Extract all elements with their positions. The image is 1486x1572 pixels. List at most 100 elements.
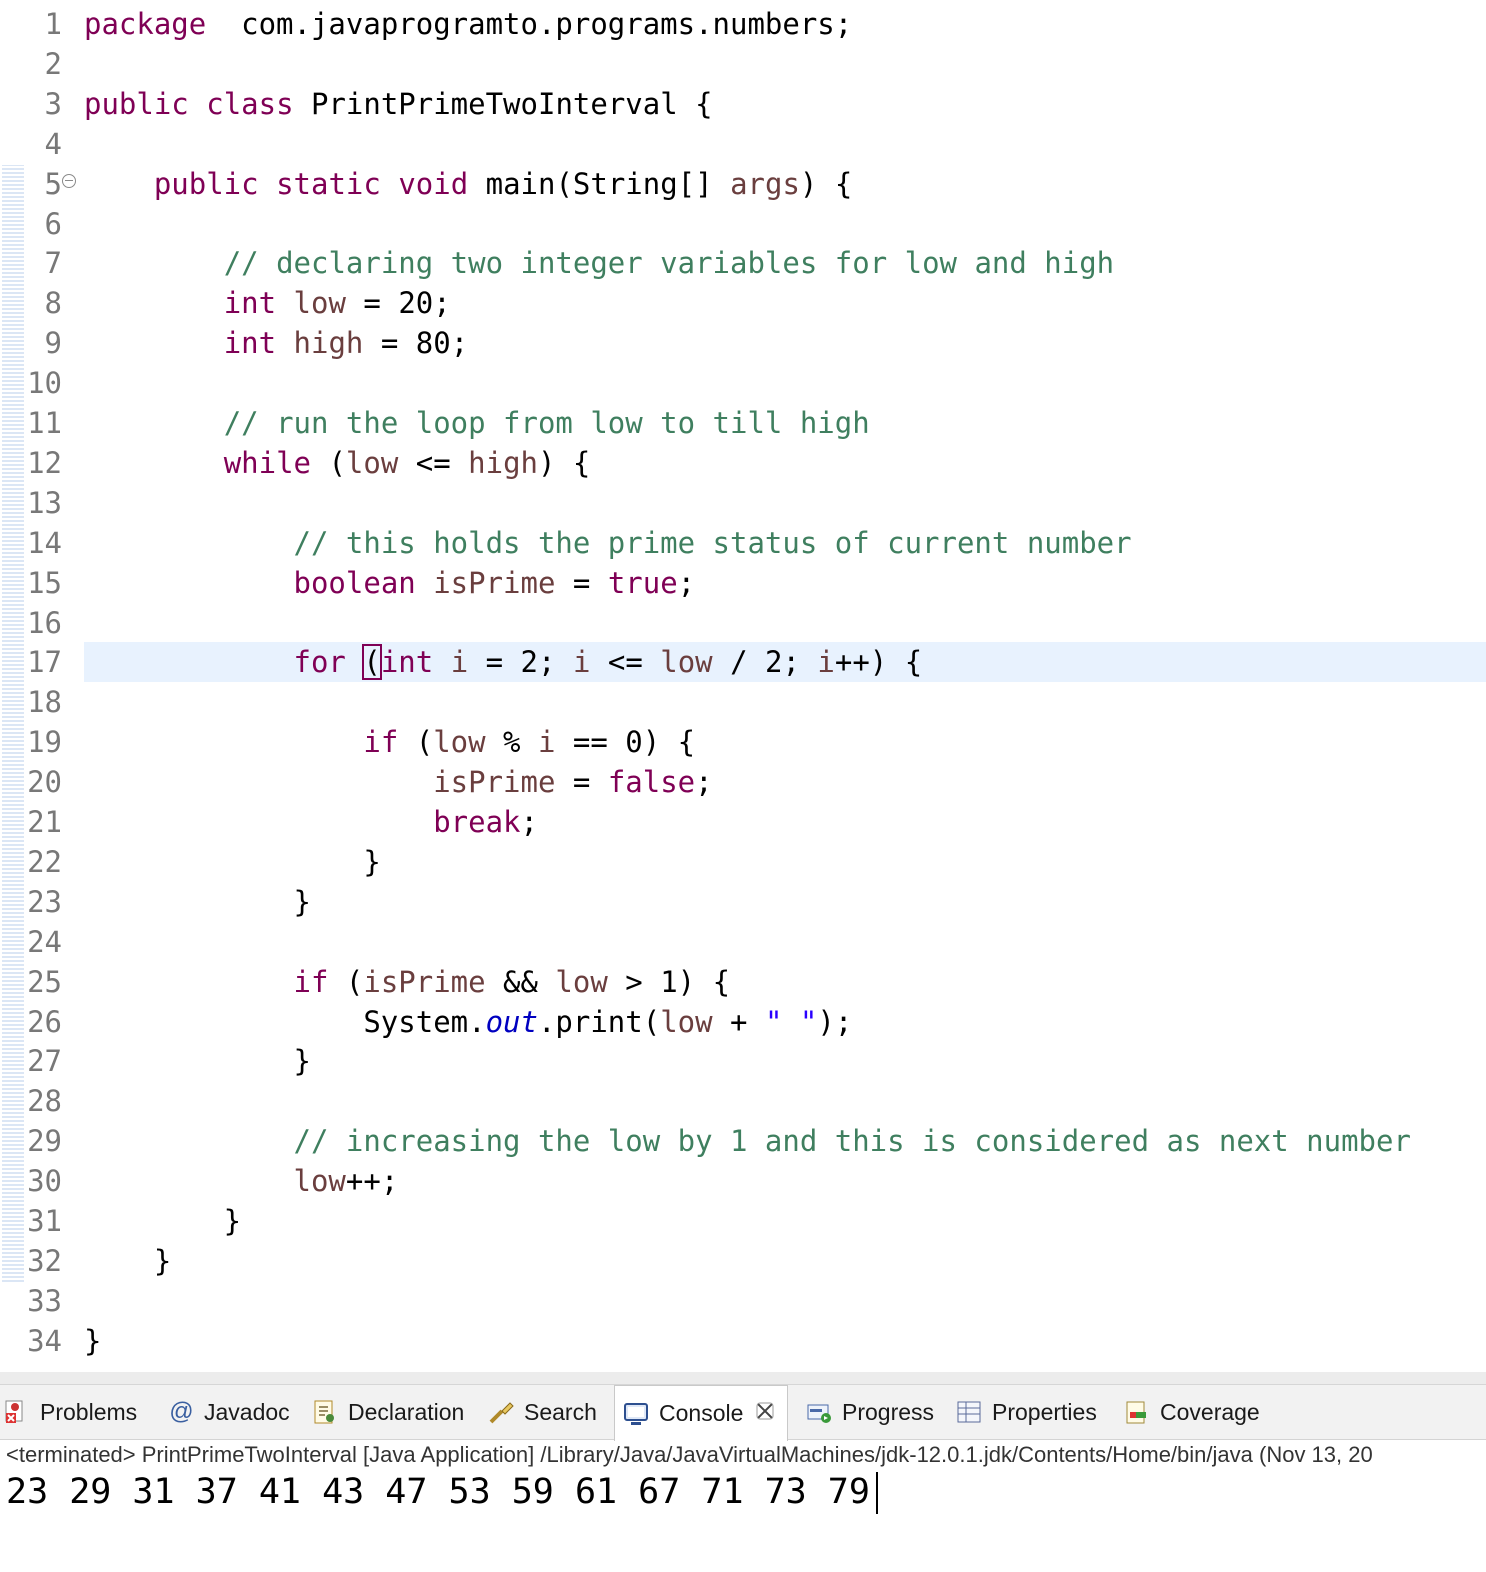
code-token: isPrime [433, 565, 556, 600]
code-line[interactable]: 20 isPrime = false; [0, 762, 1486, 802]
code-token: ++) { [834, 645, 923, 680]
code-line[interactable]: 7 // declaring two integer variables for… [0, 243, 1486, 283]
code-line[interactable]: 12 while (low <= high) { [0, 443, 1486, 483]
code-token: isPrime [433, 765, 556, 800]
code-token: ( [328, 964, 364, 999]
code-line[interactable]: 24 [0, 922, 1486, 962]
console-icon [623, 1401, 649, 1427]
code-line[interactable]: 25 if (isPrime && low > 1) { [0, 962, 1486, 1002]
code-text: isPrime = false; [84, 762, 712, 802]
code-line[interactable]: 4 [0, 124, 1486, 164]
code-token: public [84, 86, 189, 121]
code-text: if (low % i == 0) { [84, 722, 695, 762]
line-number: 16 [27, 605, 62, 640]
line-number: 31 [27, 1204, 62, 1238]
code-line[interactable]: 8 int low = 20; [0, 283, 1486, 323]
line-number: 23 [27, 884, 62, 919]
code-text: // declaring two integer variables for l… [84, 243, 1114, 283]
code-text: int low = 20; [84, 283, 451, 323]
code-token: static [276, 166, 381, 201]
line-number: 29 [27, 1124, 62, 1159]
code-token: if [363, 725, 399, 760]
code-line[interactable]: 30 low++; [0, 1161, 1486, 1201]
code-line[interactable]: 1 package com.javaprogramto.programs.numb… [0, 4, 1486, 44]
code-token: ++; [345, 1164, 399, 1199]
javadoc-icon: @ [168, 1398, 194, 1425]
code-text: System.out.print(low + " "); [84, 1002, 852, 1042]
line-number: 7 [44, 246, 62, 281]
tab-label: Search [524, 1398, 597, 1425]
tab-declaration[interactable]: Declaration [312, 1385, 464, 1439]
code-line[interactable]: 26 System.out.print(low + " "); [0, 1002, 1486, 1042]
code-token: ; [520, 805, 538, 839]
tab-javadoc[interactable]: @ Javadoc [168, 1385, 290, 1439]
code-line[interactable]: 17 for (int i = 2; i <= low / 2; i++) { [0, 642, 1486, 683]
fold-collapse-icon[interactable] [62, 173, 76, 188]
code-token: out [485, 1004, 538, 1039]
code-line[interactable]: 9 int high = 80; [0, 323, 1486, 363]
code-token: = 20; [345, 286, 451, 321]
console-output[interactable]: 23 29 31 37 41 43 47 53 59 61 67 71 73 7… [0, 1467, 1486, 1572]
code-token: // this holds the prime status of curren… [293, 525, 1132, 560]
code-token: class [206, 86, 294, 121]
panel-separator[interactable] [0, 1372, 1486, 1385]
code-line[interactable]: 19 if (low % i == 0) { [0, 722, 1486, 762]
close-icon[interactable] [755, 1401, 775, 1427]
code-line[interactable]: 31 } [0, 1201, 1486, 1241]
code-token: i [450, 645, 469, 680]
line-number: 17 [27, 645, 62, 680]
code-token: low [433, 725, 486, 760]
code-line[interactable]: 13 [0, 483, 1486, 523]
code-line[interactable]: 32 } [0, 1241, 1486, 1281]
line-number: 2 [44, 46, 62, 81]
code-token: + [712, 1004, 765, 1039]
code-line[interactable]: 2 [0, 44, 1486, 84]
code-line[interactable]: 6 [0, 204, 1486, 244]
code-line[interactable]: 5 public static void main(String[] args)… [0, 164, 1486, 204]
tab-problems[interactable]: Problems [4, 1385, 137, 1439]
line-number: 26 [27, 1004, 62, 1039]
code-line[interactable]: 14 // this holds the prime status of cur… [0, 523, 1486, 563]
code-line[interactable]: 23 } [0, 882, 1486, 922]
tab-console[interactable]: Console [614, 1385, 789, 1441]
code-token: <= [590, 645, 661, 680]
code-token: void [398, 166, 469, 201]
code-line[interactable]: 15 boolean isPrime = true; [0, 563, 1486, 603]
code-line[interactable]: 21 break; [0, 802, 1486, 842]
code-line[interactable]: 11 // run the loop from low to till high [0, 403, 1486, 443]
code-token: main(String[] [468, 166, 731, 201]
coverage-icon [1124, 1399, 1150, 1425]
code-token: = [555, 765, 608, 800]
code-line[interactable]: 33 [0, 1281, 1486, 1321]
code-token: if [293, 964, 329, 999]
code-token: isPrime [363, 964, 486, 999]
line-number: 3 [44, 86, 62, 121]
tab-properties[interactable]: Properties [956, 1385, 1097, 1439]
tab-progress[interactable]: Progress [806, 1385, 934, 1439]
tab-label: Javadoc [204, 1398, 290, 1425]
code-line[interactable]: 28 [0, 1081, 1486, 1121]
code-token: } [84, 1204, 242, 1238]
code-line[interactable]: 16 [0, 603, 1486, 643]
code-line[interactable]: 29 // increasing the low by 1 and this i… [0, 1121, 1486, 1161]
tab-coverage[interactable]: Coverage [1124, 1385, 1260, 1439]
code-editor[interactable]: 1 package com.javaprogramto.programs.numb… [0, 0, 1486, 1372]
code-line[interactable]: 22 } [0, 842, 1486, 882]
code-line[interactable]: 34} [0, 1321, 1486, 1361]
code-token: > 1) { [607, 964, 731, 999]
code-token: low [293, 1164, 346, 1199]
code-line[interactable]: 18 [0, 682, 1486, 722]
tab-search[interactable]: Search [488, 1385, 597, 1439]
code-line[interactable]: 27 } [0, 1041, 1486, 1081]
code-line[interactable]: 10 [0, 363, 1486, 403]
line-number: 22 [27, 844, 62, 879]
code-token: PrintPrimeTwoInterval { [293, 86, 713, 121]
code-line[interactable]: 3 public class PrintPrimeTwoInterval { [0, 84, 1486, 124]
